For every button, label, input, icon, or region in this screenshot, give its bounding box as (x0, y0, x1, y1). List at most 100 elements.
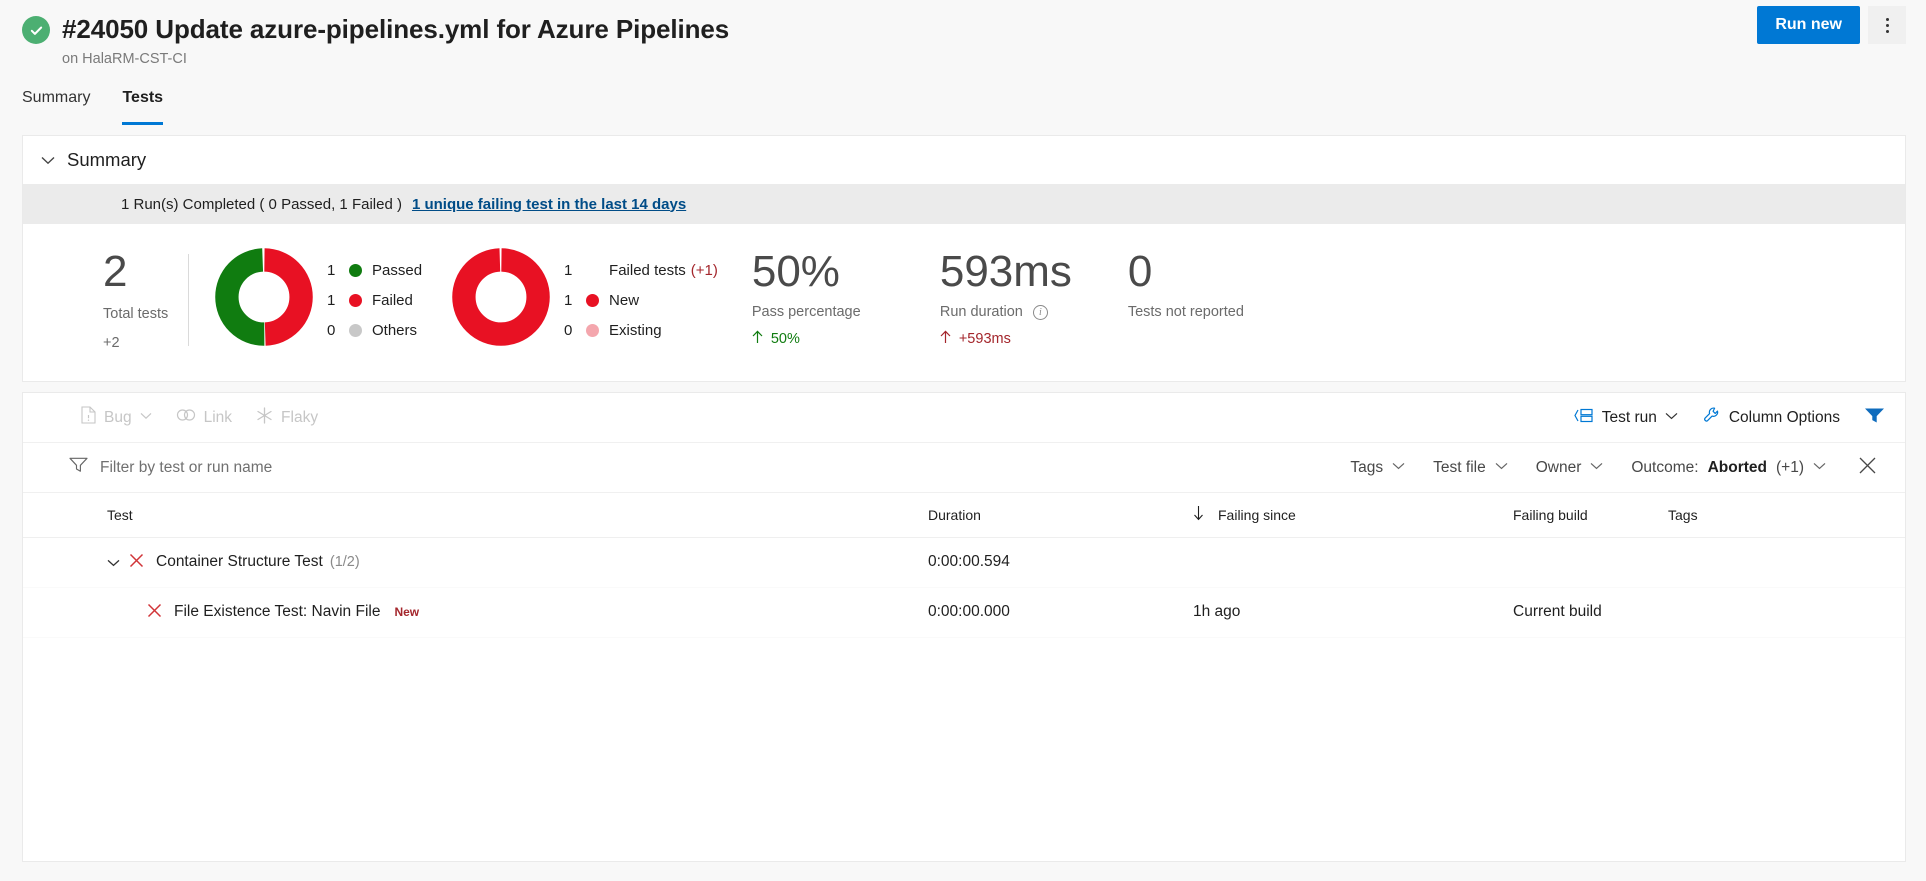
chevron-down-icon[interactable] (1665, 412, 1678, 423)
test-run-grouping-button[interactable]: Test run (1562, 401, 1690, 435)
bug-button-label: Bug (104, 409, 132, 427)
tab-tests[interactable]: Tests (110, 87, 175, 129)
metric-total-tests: 2 Total tests +2 (23, 248, 188, 351)
total-tests-value: 2 (103, 248, 188, 296)
status-badge: New (394, 605, 419, 619)
legend-count: 0 (327, 321, 343, 341)
filter-pill-test-file[interactable]: Test file (1419, 451, 1522, 485)
test-duration: 0:00:00.000 (928, 587, 1193, 637)
link-button[interactable]: Link (164, 401, 244, 435)
failure-donut-chart (452, 248, 550, 351)
test-run-grouping-label: Test run (1602, 409, 1657, 427)
flaky-asterisk-icon (256, 407, 273, 429)
legend-item: 0 Others (327, 321, 422, 341)
summary-heading: Summary (67, 149, 146, 171)
table-head: Test Duration Failing since Failing buil… (23, 493, 1905, 537)
pipeline-subtitle: on HalaRM-CST-CI (62, 49, 729, 69)
outcome-donut-chart (215, 248, 313, 351)
new-dot-icon (586, 294, 599, 307)
table-body: Container Structure Test (1/2) 0:00:00.5… (23, 537, 1905, 637)
more-vertical-icon[interactable] (1868, 6, 1906, 44)
filter-pill-tags[interactable]: Tags (1336, 451, 1419, 485)
tab-tests-label: Tests (122, 89, 163, 106)
chevron-down-icon[interactable] (107, 555, 129, 570)
column-header-tags[interactable]: Tags (1668, 493, 1905, 537)
more-dot (1886, 30, 1889, 33)
arrow-up-icon (940, 330, 951, 348)
tab-bar: Summary Tests (0, 87, 1926, 129)
test-tags (1668, 537, 1905, 587)
legend-item: 0 Existing (564, 321, 718, 341)
chevron-down-icon (1392, 462, 1405, 473)
total-tests-delta: +2 (103, 335, 188, 351)
search-input[interactable]: Filter by test or run name (69, 457, 1336, 478)
bug-button[interactable]: Bug (69, 401, 164, 435)
test-cell-child: File Existence Test: Navin File New (23, 587, 928, 637)
filter-pill-test-file-label: Test file (1433, 459, 1486, 477)
metrics-divider (188, 254, 189, 346)
column-header-test[interactable]: Test (23, 493, 928, 537)
chevron-down-icon[interactable] (41, 154, 55, 167)
link-icon (176, 408, 196, 427)
flaky-button-label: Flaky (281, 409, 318, 427)
tab-summary[interactable]: Summary (22, 87, 102, 129)
column-header-failing-since[interactable]: Failing since (1193, 493, 1513, 537)
flaky-button[interactable]: Flaky (244, 401, 330, 435)
clear-filters-button[interactable] (1840, 456, 1887, 480)
metric-run-duration: 593ms Run duration i +593ms (940, 248, 1090, 348)
chevron-down-icon (1495, 462, 1508, 473)
failed-x-icon (147, 603, 162, 621)
more-dot (1886, 18, 1889, 21)
legend-count: 1 (327, 291, 343, 311)
run-new-button[interactable]: Run new (1757, 6, 1860, 44)
test-duration: 0:00:00.594 (928, 537, 1193, 587)
filter-pill-outcome[interactable]: Outcome: Aborted (+1) (1617, 451, 1840, 485)
filter-pill-owner[interactable]: Owner (1522, 451, 1618, 485)
pass-percentage-value: 50% (752, 248, 902, 296)
legend-count: 1 (327, 261, 343, 281)
metric-tests-not-reported: 0 Tests not reported (1128, 248, 1278, 320)
legend-count: 1 (564, 261, 580, 281)
legend-label: Others (372, 321, 417, 341)
pass-percentage-trend-value: 50% (771, 331, 800, 347)
column-header-duration[interactable]: Duration (928, 493, 1193, 537)
legend-item: 1 Passed (327, 261, 422, 281)
column-options-label: Column Options (1729, 409, 1840, 427)
legend-item: 1 New (564, 291, 718, 311)
metric-pass-percentage: 50% Pass percentage 50% (752, 248, 902, 348)
sort-descending-arrow (1193, 505, 1204, 524)
outcome-chart-group: 1 Passed 1 Failed 0 Others (215, 248, 422, 351)
test-failing-since: 1h ago (1193, 587, 1513, 637)
tests-not-reported-label: Tests not reported (1128, 304, 1278, 320)
summary-header[interactable]: Summary (23, 136, 1905, 184)
chevron-down-icon[interactable] (140, 412, 152, 423)
table-row[interactable]: File Existence Test: Navin File New 0:00… (23, 587, 1905, 637)
filter-pill-tags-label: Tags (1350, 459, 1383, 477)
pass-percentage-label: Pass percentage (752, 304, 902, 320)
arrow-up-icon (752, 330, 763, 348)
table-row[interactable]: Container Structure Test (1/2) 0:00:00.5… (23, 537, 1905, 587)
info-icon[interactable]: i (1033, 305, 1048, 320)
column-header-failing-build[interactable]: Failing build (1513, 493, 1668, 537)
test-name: File Existence Test: Navin File (174, 603, 380, 621)
run-status-text: 1 Run(s) Completed ( 0 Passed, 1 Failed … (121, 196, 402, 213)
outcome-legend: 1 Passed 1 Failed 0 Others (327, 259, 422, 341)
failure-chart-group: 1 Failed tests (+1) 1 New 0 Existing (452, 248, 718, 351)
test-name: Container Structure Test (156, 553, 323, 571)
failed-delta: (+1) (691, 261, 718, 281)
close-icon (1858, 456, 1877, 480)
filter-toggle-button[interactable] (1852, 401, 1885, 435)
legend-item: 1 Failed (327, 291, 422, 311)
tab-summary-label: Summary (22, 89, 90, 106)
test-fraction: (1/2) (330, 554, 360, 570)
column-options-button[interactable]: Column Options (1690, 401, 1852, 435)
test-tags (1668, 587, 1905, 637)
link-button-label: Link (204, 409, 232, 427)
test-results-table: Test Duration Failing since Failing buil… (23, 493, 1905, 638)
legend-label: Existing (609, 321, 662, 341)
legend-label: New (609, 291, 639, 311)
legend-count: 0 (564, 321, 580, 341)
failing-tests-link[interactable]: 1 unique failing test in the last 14 day… (412, 196, 686, 213)
test-results-card: Bug Link Flaky (22, 392, 1906, 862)
pass-percentage-trend: 50% (752, 330, 902, 348)
